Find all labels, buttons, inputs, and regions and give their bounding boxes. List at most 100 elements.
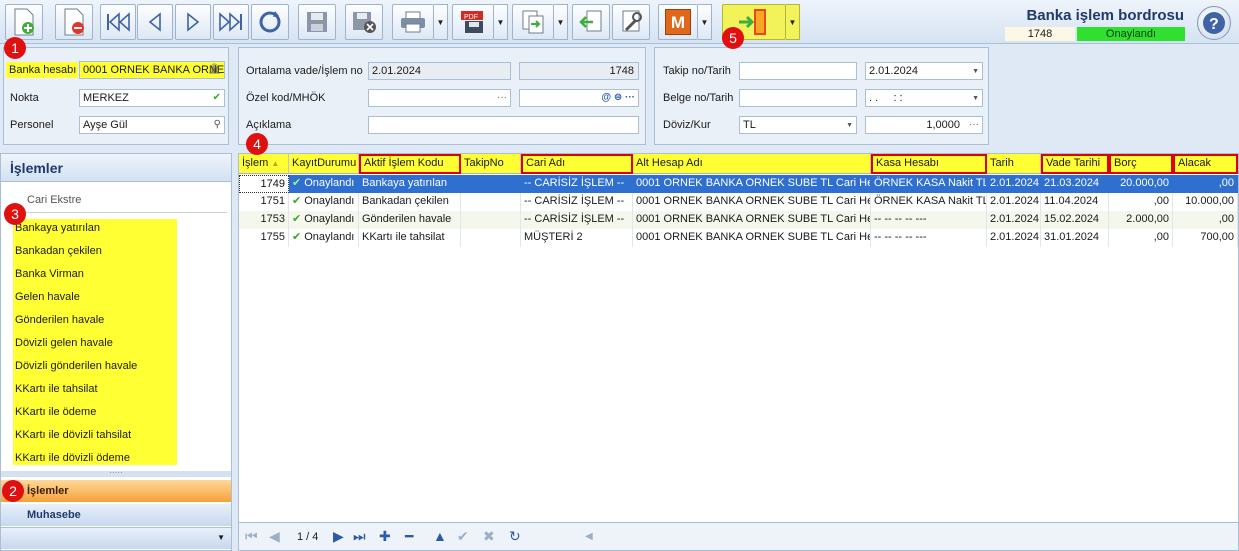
- document-number: 1748: [1005, 27, 1075, 41]
- doc-date-field[interactable]: . . : : ▼: [865, 89, 983, 107]
- currency-select[interactable]: TL ▼: [739, 116, 857, 134]
- delete-record-icon[interactable]: ━: [405, 528, 413, 545]
- point-field[interactable]: MERKEZ ✔: [79, 89, 225, 107]
- nav-overflow-bar[interactable]: ▼: [1, 527, 231, 549]
- ellipsis-icon[interactable]: ···: [969, 117, 979, 133]
- last-record-icon[interactable]: ⏭: [353, 528, 366, 545]
- nav-item-kkarti-tahsilat[interactable]: KKartı ile tahsilat: [15, 383, 98, 395]
- first-record-button[interactable]: [100, 4, 136, 40]
- doc-no-field[interactable]: [739, 89, 857, 107]
- table-row[interactable]: 1753 ✔ Onaylandı Gönderilen havale -- CAR…: [239, 211, 1238, 229]
- transfer-dropdown[interactable]: ▼: [554, 4, 568, 40]
- help-icon: ?: [1203, 12, 1225, 34]
- save-button[interactable]: [298, 4, 336, 40]
- nav-item-dovizli-gelen-havale[interactable]: Dövizli gelen havale: [15, 337, 113, 349]
- nav-item-gelen-havale[interactable]: Gelen havale: [15, 291, 80, 303]
- user-search-icon[interactable]: ⚲: [214, 117, 221, 133]
- track-date-value: 2.01.2024: [869, 65, 918, 77]
- bank-icon[interactable]: 🏛: [208, 62, 221, 78]
- column-header-takip-no[interactable]: TakipNo: [461, 154, 521, 174]
- special-code-field[interactable]: ···: [368, 89, 511, 107]
- column-header-cari-adi[interactable]: Cari Adı: [521, 154, 633, 174]
- nav-item-kkarti-dovizli-odeme[interactable]: KKartı ile dövizli ödeme: [15, 452, 130, 464]
- sort-ascending-icon: ▲: [271, 159, 280, 168]
- previous-record-button[interactable]: [137, 4, 173, 40]
- scroll-left-icon[interactable]: ◀: [585, 531, 593, 542]
- column-header-tarih[interactable]: Tarih: [987, 154, 1041, 174]
- transfer-icon: [522, 10, 544, 34]
- print-dropdown[interactable]: ▼: [434, 4, 448, 40]
- transfer-button[interactable]: [512, 4, 554, 40]
- help-button[interactable]: ?: [1197, 6, 1231, 40]
- first-record-icon[interactable]: ⏮: [245, 528, 258, 545]
- column-header-kasa-hesabi[interactable]: Kasa Hesabı: [871, 154, 987, 174]
- m-module-button[interactable]: M: [658, 4, 698, 40]
- cell-tarih: 2.01.2024: [987, 211, 1041, 229]
- save-close-button[interactable]: [345, 4, 383, 40]
- post-record-icon[interactable]: ✔: [457, 528, 469, 545]
- pdf-export-button[interactable]: PDF: [452, 4, 494, 40]
- pdf-dropdown[interactable]: ▼: [494, 4, 508, 40]
- track-no-field[interactable]: [739, 62, 857, 80]
- next-record-icon[interactable]: ▶: [333, 528, 344, 545]
- last-record-button[interactable]: [213, 4, 249, 40]
- table-row[interactable]: 1751 ✔ Onaylandı Bankadan çekilen -- CARİ…: [239, 193, 1238, 211]
- column-header-kayit-durumu[interactable]: KayıtDurumu: [289, 154, 359, 174]
- cell-aktif-islem-kodu: Gönderilen havale: [359, 211, 461, 229]
- nav-splitter[interactable]: ·····: [1, 469, 231, 477]
- cell-borc: ,00: [1109, 193, 1173, 211]
- nav-item-kkarti-dovizli-tahsilat[interactable]: KKartı ile dövizli tahsilat: [15, 429, 131, 441]
- previous-record-icon[interactable]: ◀: [269, 528, 280, 545]
- column-header-vade-tarihi[interactable]: Vade Tarihi: [1041, 154, 1109, 174]
- nav-item-kkarti-odeme[interactable]: KKartı ile ödeme: [15, 406, 96, 418]
- bank-account-field[interactable]: 0001 ORNEK BANKA ORNEK 🏛: [79, 61, 225, 79]
- cell-takip-no: [461, 211, 521, 229]
- tools-button[interactable]: [612, 4, 650, 40]
- document-info-panel: Ortalama vade/İşlem no 2.01.2024 1748 Öz…: [238, 47, 646, 145]
- nav-item-cari-ekstre[interactable]: Cari Ekstre: [27, 194, 81, 206]
- staff-field[interactable]: Ayşe Gül ⚲: [79, 116, 225, 134]
- nav-item-gonderilen-havale[interactable]: Gönderilen havale: [15, 314, 104, 326]
- nav-item-bankaya-yatirilan[interactable]: Bankaya yatırılan: [15, 222, 100, 234]
- ellipsis-icon[interactable]: ···: [497, 90, 507, 106]
- cell-aktif-islem-kodu: KKartı ile tahsilat: [359, 229, 461, 247]
- m-module-dropdown[interactable]: ▼: [698, 4, 712, 40]
- track-date-field[interactable]: 2.01.2024 ▼: [865, 62, 983, 80]
- chevron-down-icon[interactable]: ▼: [846, 118, 853, 133]
- new-document-button[interactable]: [5, 4, 43, 40]
- column-header-islem[interactable]: İşlem ▲: [239, 154, 289, 174]
- refresh-icon[interactable]: ↻: [509, 528, 521, 545]
- chevron-down-icon[interactable]: ▼: [972, 91, 979, 106]
- refresh-button[interactable]: [251, 4, 289, 40]
- column-header-borc[interactable]: Borç: [1109, 154, 1173, 174]
- add-record-icon[interactable]: ✚: [379, 528, 391, 545]
- nav-group-muhasebe[interactable]: Muhasebe: [1, 504, 231, 526]
- exit-dropdown[interactable]: ▼: [786, 4, 800, 40]
- print-button[interactable]: [392, 4, 434, 40]
- description-field[interactable]: [368, 116, 639, 134]
- table-row[interactable]: 1749 ✔ Onaylandı Bankaya yatırılan -- CAR…: [239, 175, 1238, 193]
- cell-islem: 1751: [239, 193, 289, 211]
- marker-3: 3: [4, 203, 26, 225]
- avg-due-date-field: 2.01.2024: [368, 62, 511, 80]
- svg-text:?: ?: [1209, 16, 1219, 33]
- column-header-alacak[interactable]: Alacak: [1173, 154, 1238, 174]
- next-record-button[interactable]: [175, 4, 211, 40]
- exchange-rate-field[interactable]: 1,0000 ···: [865, 116, 983, 134]
- nav-item-banka-virman[interactable]: Banka Virman: [15, 268, 84, 280]
- column-header-alt-hesap-adi[interactable]: Alt Hesap Adı: [633, 154, 871, 174]
- check-icon: ✔: [292, 177, 302, 189]
- at-sign-icon[interactable]: @ ⊜ ···: [601, 90, 635, 106]
- import-button[interactable]: [572, 4, 610, 40]
- delete-document-button[interactable]: [55, 4, 93, 40]
- cancel-record-icon[interactable]: ✖: [483, 528, 495, 545]
- nav-item-bankadan-cekilen[interactable]: Bankadan çekilen: [15, 245, 102, 257]
- tools-icon: [622, 10, 642, 32]
- nav-group-islemler[interactable]: İşlemler: [1, 480, 231, 502]
- mhok-field[interactable]: @ ⊜ ···: [519, 89, 639, 107]
- column-header-aktif-islem-kodu[interactable]: Aktif İşlem Kodu: [359, 154, 461, 174]
- chevron-down-icon[interactable]: ▼: [972, 64, 979, 79]
- table-row[interactable]: 1755 ✔ Onaylandı KKartı ile tahsilat MÜŞT…: [239, 229, 1238, 247]
- edit-record-icon[interactable]: ▲: [433, 528, 447, 544]
- nav-item-dovizli-gonderilen-havale[interactable]: Dövizli gönderilen havale: [15, 360, 137, 372]
